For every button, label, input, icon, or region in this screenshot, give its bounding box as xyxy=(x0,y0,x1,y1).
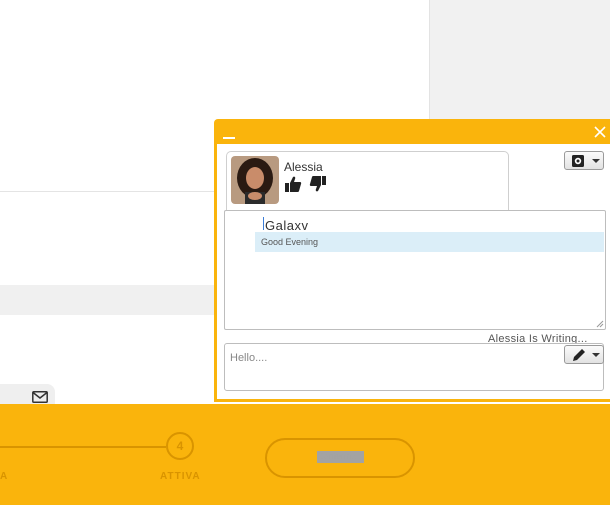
message-input-value: Hello.... xyxy=(230,352,268,364)
minimize-button[interactable] xyxy=(223,127,235,139)
minimize-icon xyxy=(223,137,235,139)
step-circle: 4 xyxy=(166,432,194,460)
text-cursor xyxy=(263,217,264,230)
thumbs-up-icon[interactable] xyxy=(284,175,302,193)
step-label-previous: A xyxy=(0,471,8,482)
contact-card: Alessia xyxy=(226,151,509,214)
avatar xyxy=(231,156,279,204)
mail-icon[interactable] xyxy=(32,391,48,403)
message-item: Galaxv xyxy=(265,218,309,233)
compose-options-button[interactable] xyxy=(564,345,604,364)
thumbs-down-icon[interactable] xyxy=(309,175,327,193)
chat-body: Alessia Galaxv Good Evening Alessia Is W… xyxy=(217,144,610,399)
message-input[interactable]: Hello.... xyxy=(224,343,604,391)
gray-strip xyxy=(0,285,214,315)
chat-titlebar xyxy=(214,119,610,143)
chevron-down-icon xyxy=(592,159,600,163)
message-item: Good Evening xyxy=(261,237,319,247)
chevron-down-icon xyxy=(592,353,600,357)
confirm-button-label: Conferma xyxy=(317,451,364,463)
settings-button[interactable] xyxy=(564,151,604,170)
message-log: Galaxv Good Evening xyxy=(224,210,606,330)
progress-line xyxy=(0,446,166,448)
contact-name: Alessia xyxy=(284,160,323,174)
step-label: ATTIVA xyxy=(160,471,201,482)
close-icon[interactable] xyxy=(593,125,607,139)
resize-handle-icon[interactable] xyxy=(596,320,604,328)
divider xyxy=(0,191,214,192)
right-panel xyxy=(429,0,610,120)
pen-icon xyxy=(573,349,585,361)
chat-window: Alessia Galaxv Good Evening Alessia Is W… xyxy=(214,119,610,402)
gear-icon xyxy=(572,155,584,167)
